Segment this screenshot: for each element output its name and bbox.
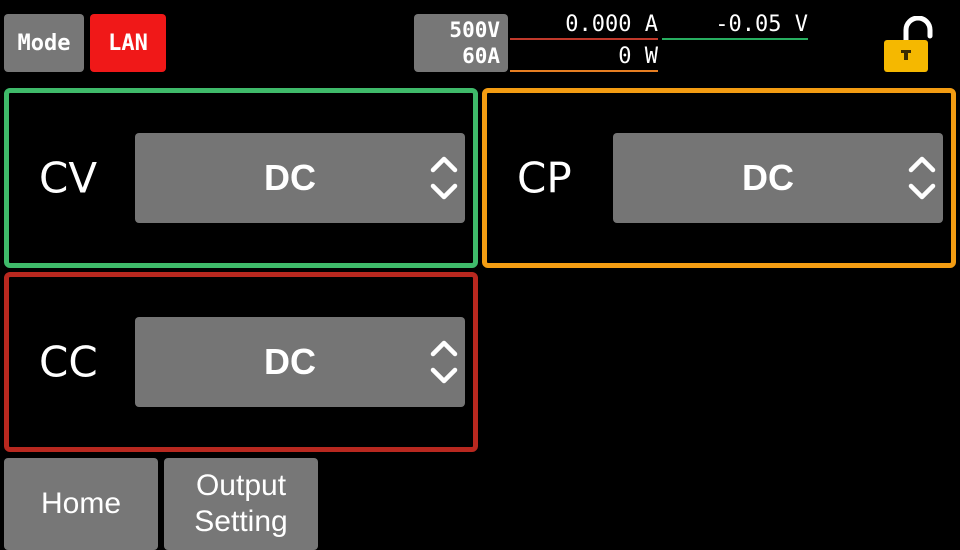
mode-button-label: Mode	[17, 30, 71, 56]
home-button[interactable]: Home	[4, 458, 158, 550]
voltage-reading: -0.05 V	[662, 12, 808, 40]
cp-source-value: DC	[742, 157, 794, 198]
up-down-chevron-icon	[430, 156, 458, 200]
cv-source-select[interactable]: DC	[135, 133, 465, 223]
cp-label: CP	[517, 153, 572, 203]
output-setting-label-line1: Output	[195, 469, 287, 502]
cv-mode-panel: CV DC	[4, 88, 478, 268]
current-reading: 0.000 A	[510, 12, 658, 40]
cp-source-select[interactable]: DC	[613, 133, 943, 223]
ratings-button[interactable]: 500V 60A	[414, 14, 508, 72]
cc-label: CC	[39, 337, 98, 387]
rating-current: 60A	[462, 44, 500, 68]
cp-mode-panel: CP DC	[482, 88, 956, 268]
output-setting-button[interactable]: Output Setting	[164, 458, 318, 550]
cv-source-value: DC	[264, 157, 316, 198]
up-down-chevron-icon	[430, 340, 458, 384]
interface-badge: LAN	[90, 14, 166, 72]
cc-source-select[interactable]: DC	[135, 317, 465, 407]
rating-voltage: 500V	[449, 18, 500, 42]
cv-label: CV	[39, 153, 98, 203]
cc-mode-panel: CC DC	[4, 272, 478, 452]
cc-source-value: DC	[264, 341, 316, 382]
power-reading: 0 W	[510, 44, 658, 72]
output-setting-label-line2: Setting	[194, 505, 288, 538]
open-padlock-icon[interactable]	[882, 15, 934, 74]
interface-badge-label: LAN	[108, 30, 148, 56]
up-down-chevron-icon	[908, 156, 936, 200]
mode-button[interactable]: Mode	[4, 14, 84, 72]
home-button-label: Home	[40, 487, 122, 520]
